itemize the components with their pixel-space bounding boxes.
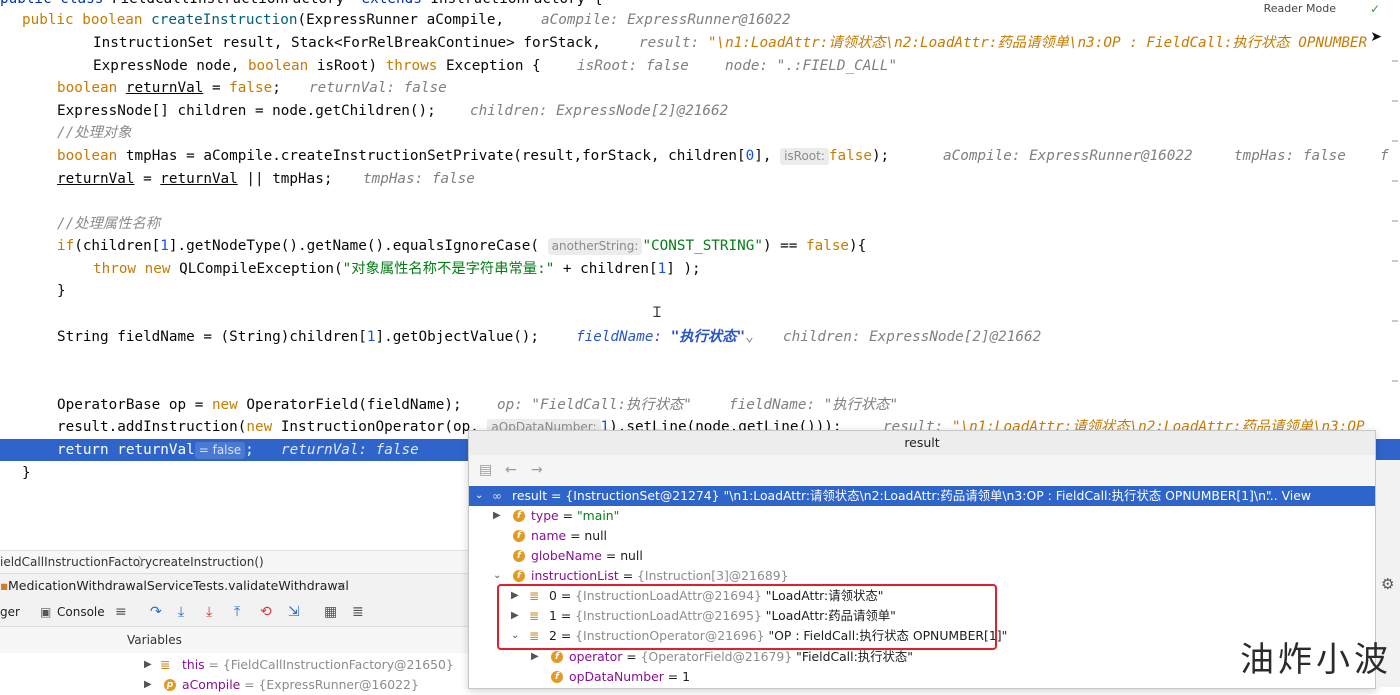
inline-hint-op: op: "FieldCall:执行状态" xyxy=(497,397,692,413)
tree-row-result[interactable]: ⌄ ∞ result = {InstructionSet@21274} "\n1… xyxy=(469,486,1375,506)
chevron-down-icon[interactable]: ⌄ xyxy=(475,486,483,506)
inline-hint-tmphas: tmpHas: false xyxy=(1234,148,1346,164)
variable-row[interactable]: ▶ ≣ this = {FieldCallInstructionFactory@… xyxy=(140,655,470,675)
inline-hint-tmphas-2: tmpHas: false xyxy=(363,171,475,187)
force-step-into-icon[interactable]: ⤓ xyxy=(206,598,212,626)
gear-icon[interactable]: ⚙ xyxy=(1381,575,1394,593)
param-hint-isroot: isRoot: xyxy=(780,148,829,165)
code-line-7: boolean tmpHas = aCompile.createInstruct… xyxy=(57,148,890,165)
variables-list: ▶ ≣ this = {FieldCallInstructionFactory@… xyxy=(0,653,470,692)
field-icon: f xyxy=(551,651,563,663)
field-icon: f xyxy=(513,530,525,542)
view-link[interactable]: ... View xyxy=(1266,486,1311,506)
inline-hint-isroot: isRoot: false xyxy=(577,58,689,74)
expand-arrow-icon[interactable]: ▶ xyxy=(531,647,539,667)
expand-arrow-icon[interactable]: ▶ xyxy=(144,675,152,695)
expand-arrow-icon[interactable]: ▶ xyxy=(493,506,501,526)
forward-arrow-icon[interactable]: → xyxy=(531,455,543,485)
inline-hint-overflow: f xyxy=(1380,148,1389,164)
field-list-icon: ≣ xyxy=(160,657,171,672)
menu-icon[interactable]: ≡ xyxy=(115,598,127,626)
tab-debugger[interactable]: ger xyxy=(0,598,20,626)
param-hint-returnval: = false xyxy=(194,442,246,459)
inline-hint-node: node: ".:FIELD_CALL" xyxy=(725,58,898,74)
back-arrow-icon[interactable]: ← xyxy=(505,455,517,485)
mouse-cursor-icon: ➤ xyxy=(1370,29,1382,45)
breadcrumb: ieldCallInstructionFactory 〉 createInstr… xyxy=(0,550,470,573)
code-line-11: throw new QLCompileException("对象属性名称不是字符… xyxy=(93,261,701,277)
variables-header: Variables xyxy=(0,627,470,653)
field-icon: f xyxy=(513,510,525,522)
popup-title: result xyxy=(469,431,1375,455)
more-icon[interactable]: ≣ xyxy=(352,598,364,626)
chevron-down-icon[interactable]: ⌄ xyxy=(493,566,501,586)
tree-row-globename[interactable]: f globeName = null xyxy=(469,546,1375,566)
inline-hint-children: children: ExpressNode[2]@21662 xyxy=(470,103,729,119)
tree-row-type[interactable]: ▶ f type = "main" xyxy=(469,506,1375,526)
field-icon: f xyxy=(551,671,563,683)
breadcrumb-separator: 〉 xyxy=(138,555,151,569)
code-line-16: return returnVal = false; xyxy=(57,442,254,459)
popup-toolbar: ▤ ← → xyxy=(469,455,1375,485)
tree-row-instructionlist[interactable]: ⌄ f instructionList = {Instruction[3]@21… xyxy=(469,566,1375,586)
debug-session-tabs: ▪ MedicationWithdrawalServiceTests.valid… xyxy=(0,573,470,598)
inline-hint-returnval: returnVal: false xyxy=(309,80,447,96)
tree-row-name[interactable]: f name = null xyxy=(469,526,1375,546)
breadcrumb-class[interactable]: ieldCallInstructionFactory xyxy=(0,551,152,573)
code-line-3: ExpressNode node, boolean isRoot) throws… xyxy=(93,58,541,74)
inline-hint-fieldname[interactable]: fieldName: "执行状态"⌄ xyxy=(576,326,754,348)
code-comment-1: //处理对象 xyxy=(57,125,132,141)
tab-console[interactable]: Console xyxy=(57,598,105,626)
code-line-12: } xyxy=(57,283,66,299)
code-line-2: InstructionSet result, Stack<ForRelBreak… xyxy=(93,35,601,51)
code-line-4: boolean returnVal = false; xyxy=(57,80,281,96)
inline-hint-result: result: "\n1:LoadAttr:请领状态\n2:LoadAttr:药… xyxy=(639,35,1368,51)
code-line-17: } xyxy=(22,465,31,481)
step-out-icon[interactable]: ⤒ xyxy=(234,598,240,626)
step-over-icon[interactable]: ↷ xyxy=(150,598,162,626)
console-icon: ▣ xyxy=(40,605,52,619)
highlight-box xyxy=(497,584,997,650)
debug-session-tab[interactable]: MedicationWithdrawalServiceTests.validat… xyxy=(8,574,349,598)
code-line-8: returnVal = returnVal || tmpHas; xyxy=(57,171,333,187)
chevron-down-icon[interactable]: ⌄ xyxy=(745,329,754,345)
code-line-1: public boolean createInstruction(Express… xyxy=(22,12,505,28)
run-to-cursor-icon[interactable]: ⇲ xyxy=(288,598,300,626)
expand-arrow-icon[interactable]: ▶ xyxy=(144,655,152,675)
watch-icon[interactable]: ▤ xyxy=(479,455,492,485)
field-icon: f xyxy=(513,550,525,562)
code-line-10: if(children[1].getNodeType().getName().e… xyxy=(57,238,867,255)
close-icon[interactable]: × xyxy=(336,574,346,598)
watermark: 油炸小波 xyxy=(1240,640,1392,680)
evaluate-icon[interactable]: ▦ xyxy=(324,598,337,626)
inline-hint-fieldname-2: fieldName: "执行状态" xyxy=(729,397,899,413)
editor-scrollbar[interactable] xyxy=(1390,20,1400,440)
code-line-13: String fieldName = (String)children[1].g… xyxy=(57,329,540,345)
variable-row[interactable]: ▶ p aCompile = {ExpressRunner@16022} xyxy=(140,675,470,695)
code-line-5: ExpressNode[] children = node.getChildre… xyxy=(57,103,436,119)
inline-hint-acompile-2: aCompile: ExpressRunner@16022 xyxy=(943,148,1193,164)
param-hint-anotherstring: anotherString: xyxy=(547,238,643,255)
debug-toolbar: ger ▣ Console ≡ ↷ ⤓ ⤓ ⤒ ⟲ ⇲ ▦ ≣ xyxy=(0,598,470,627)
variables-label: Variables xyxy=(127,633,182,647)
watch-oo-icon: ∞ xyxy=(492,489,502,503)
step-into-icon[interactable]: ⤓ xyxy=(178,598,184,626)
field-icon: f xyxy=(513,570,525,582)
code-comment-2: //处理属性名称 xyxy=(57,216,160,232)
code-line-14: OperatorBase op = new OperatorField(fiel… xyxy=(57,397,462,413)
text-cursor-icon: Ｉ xyxy=(650,305,664,321)
check-icon: ✓ xyxy=(1369,2,1380,16)
inline-hint-returnval-2: returnVal: false xyxy=(281,442,419,458)
inline-hint-children-2: children: ExpressNode[2]@21662 xyxy=(783,329,1042,345)
drop-frame-icon[interactable]: ⟲ xyxy=(260,598,272,626)
inline-hint-acompile: aCompile: ExpressRunner@16022 xyxy=(541,12,791,28)
field-icon: p xyxy=(164,679,176,691)
breadcrumb-method[interactable]: createInstruction() xyxy=(152,551,264,573)
reader-mode-button[interactable]: Reader Mode xyxy=(1264,1,1336,17)
